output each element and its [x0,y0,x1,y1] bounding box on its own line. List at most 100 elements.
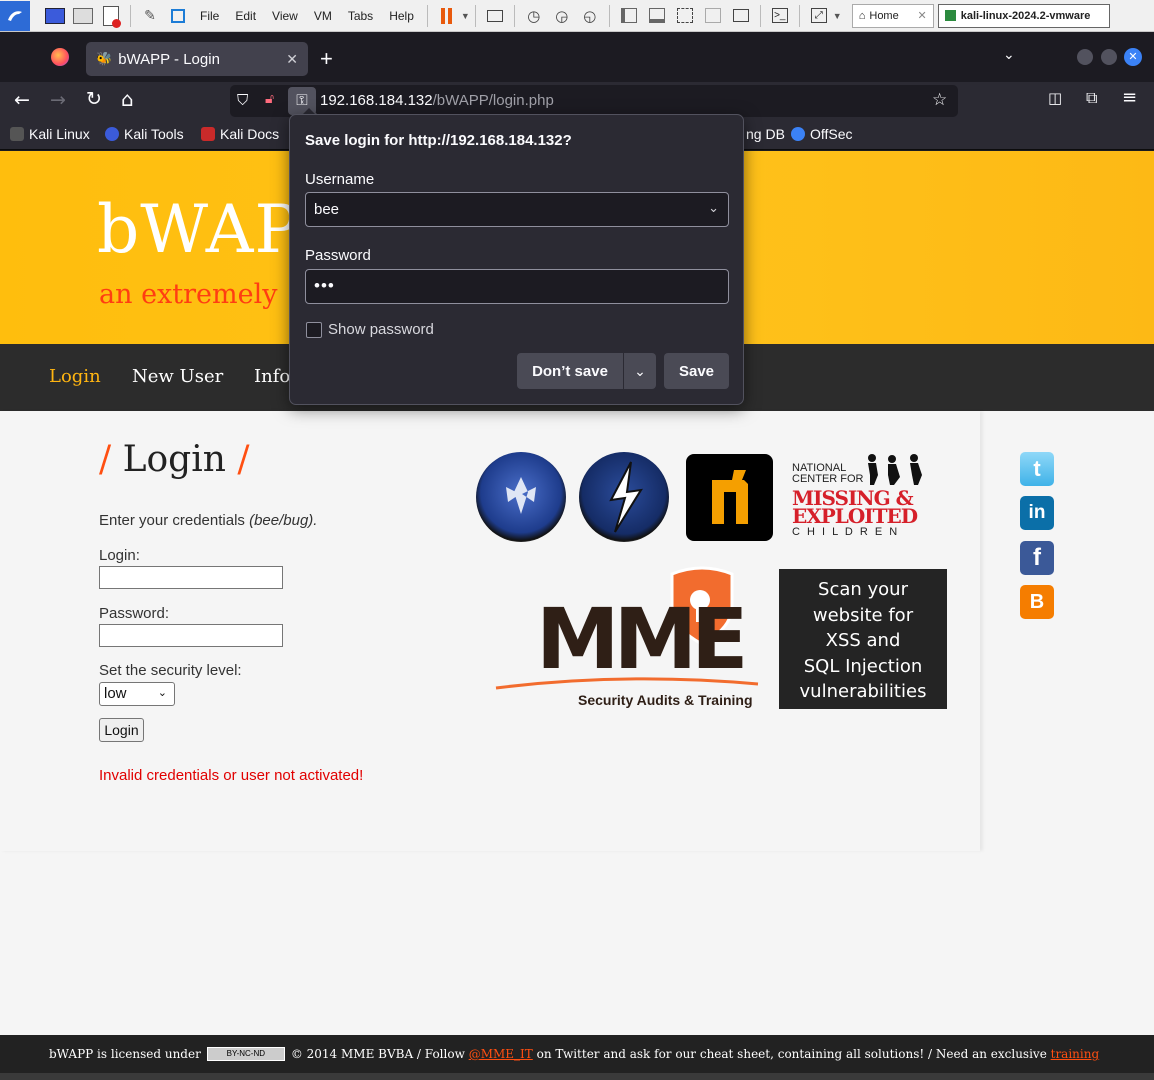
close-icon[interactable]: ✕ [286,51,298,68]
twitter-icon[interactable]: t [1020,452,1054,486]
pin-icon[interactable]: ✎ [139,5,161,27]
footer-cheatsheet-text: on Twitter and ask for our cheat sheet, … [536,1047,1047,1061]
chevron-down-icon[interactable]: ▼ [833,11,842,21]
show-password-label[interactable]: Show password [328,321,434,338]
firefox-icon[interactable] [51,48,69,66]
footer-copyright: © 2014 MME BVBA / Follow [290,1047,465,1061]
scan-line: website for [812,604,914,626]
owasp-zap-logo[interactable] [579,452,669,542]
extensions-icon[interactable]: ⧉ [1086,88,1097,108]
menu-tabs[interactable]: Tabs [340,9,381,23]
menu-vm[interactable]: VM [306,9,340,23]
login-input[interactable] [99,566,283,589]
linkedin-icon[interactable]: in [1020,496,1054,530]
insecure-lock-icon[interactable]: 🔓︎ [265,91,274,107]
blogger-icon[interactable]: B [1020,585,1054,619]
scan-line: SQL Injection [803,655,923,677]
menu-new-user[interactable]: New User [132,366,223,387]
vmware-icon[interactable] [167,5,189,27]
pocket-icon[interactable]: ◫ [1048,89,1062,107]
password-label: Password [305,247,371,264]
bookmark-kali-tools[interactable]: Kali Tools [105,126,184,142]
tab-bwapp-login[interactable]: 🐝 bWAPP - Login ✕ [86,42,308,76]
vm-tab-label: Home [869,9,899,22]
terminal-icon[interactable]: >_ [769,5,791,27]
save-button[interactable]: Save [664,353,729,389]
home-icon[interactable]: ⌂ [121,87,134,111]
tab-title: bWAPP - Login [118,50,220,68]
close-icon[interactable]: ✕ [918,9,927,22]
snapshot-manager-icon[interactable]: ◵ [579,5,601,27]
show-password-checkbox[interactable] [306,322,322,338]
separator [474,4,476,27]
username-field[interactable]: bee ⌄ [305,192,729,227]
vm-tab-kali[interactable]: kali-linux-2024.2-vmware [937,3,1110,28]
sidebar-toggle-icon[interactable] [618,5,640,27]
menu-info[interactable]: Info [254,366,290,387]
netsparker-logo[interactable] [686,454,773,541]
bee-favicon-icon: 🐝 [96,51,113,66]
bookmark-offsec[interactable]: OffSec [791,126,853,142]
file-manager-icon[interactable] [72,5,94,27]
bookmark-star-icon[interactable]: ☆ [932,90,947,110]
workspace-icon[interactable] [44,5,66,27]
cc-license-badge[interactable]: BY-NC-ND [206,1047,285,1061]
chevron-down-icon[interactable]: ▼ [461,11,470,21]
menu-help[interactable]: Help [381,9,422,23]
footer-license-text: bWAPP is licensed under [49,1047,201,1061]
console-view-icon[interactable] [730,5,752,27]
list-tabs-icon[interactable]: ⌄ [1003,47,1015,63]
url-bar[interactable]: ⛉ 🔓︎ ⚿ 192.168.184.132/bWAPP/login.php ☆ [230,85,958,117]
close-window-icon[interactable]: ✕ [1124,48,1142,66]
minimize-icon[interactable] [1077,49,1093,65]
training-link[interactable]: training [1051,1047,1100,1061]
new-tab-icon[interactable]: + [320,46,333,72]
dont-save-button[interactable]: Don’t save [517,353,623,389]
bookmark-exploit-db[interactable]: ng DB [746,126,785,142]
menu-view[interactable]: View [264,9,306,23]
security-level-select[interactable]: low ⌄ [99,682,175,706]
twitter-link[interactable]: @MME_IT [469,1047,533,1061]
mme-logo[interactable]: MME Security Audits & Training [494,566,760,711]
forward-icon[interactable]: → [50,89,66,111]
editor-icon[interactable] [100,5,122,28]
bookmark-label: Kali Docs [220,126,280,142]
url-host: 192.168.184.132 [320,92,433,109]
reload-icon[interactable]: ↻ [86,88,102,110]
unity-icon[interactable] [702,5,724,27]
password-input[interactable] [99,624,283,647]
scan-website-ad[interactable]: Scan your website for XSS and SQL Inject… [779,569,947,709]
vm-tab-home[interactable]: ⌂ Home ✕ [851,3,934,28]
revert-snapshot-icon[interactable]: ◶ [551,5,573,27]
ncmec-logo[interactable]: NATIONAL CENTER FOR MISSING & EXPLOITED … [790,453,935,543]
thumbnail-icon[interactable] [646,5,668,27]
back-icon[interactable]: ← [14,89,30,111]
kali-menu-icon[interactable] [0,0,30,31]
menu-file[interactable]: File [192,9,227,23]
dont-save-menu-button[interactable]: ⌄ [623,353,656,389]
mme-name: MME [536,590,749,688]
menu-login[interactable]: Login [49,366,101,387]
fullscreen-icon[interactable]: ⤢ [808,5,830,27]
password-field[interactable]: ••• [305,269,729,304]
login-button[interactable]: Login [99,718,144,742]
bookmark-kali-docs[interactable]: Kali Docs [201,126,279,142]
fit-guest-icon[interactable] [674,5,696,27]
maximize-icon[interactable] [1101,49,1117,65]
url-text[interactable]: 192.168.184.132/bWAPP/login.php [320,92,554,109]
page-title: / Login / [99,439,250,480]
chevron-down-icon[interactable]: ⌄ [708,200,719,216]
menu-edit[interactable]: Edit [227,9,264,23]
separator [130,4,131,27]
owasp-logo[interactable] [476,452,566,542]
kali-dragon-icon [10,127,24,141]
hamburger-menu-icon[interactable]: ≡ [1122,87,1137,108]
pause-icon[interactable] [436,5,458,27]
send-keys-icon[interactable] [484,5,506,27]
snapshot-icon[interactable]: ◷ [523,5,545,27]
bookmark-kali-linux[interactable]: Kali Linux [10,126,90,142]
shield-icon[interactable]: ⛉ [237,91,248,109]
facebook-icon[interactable]: f [1020,541,1054,575]
login-label: Login: [99,547,140,564]
children-silhouette-icon [868,454,922,485]
